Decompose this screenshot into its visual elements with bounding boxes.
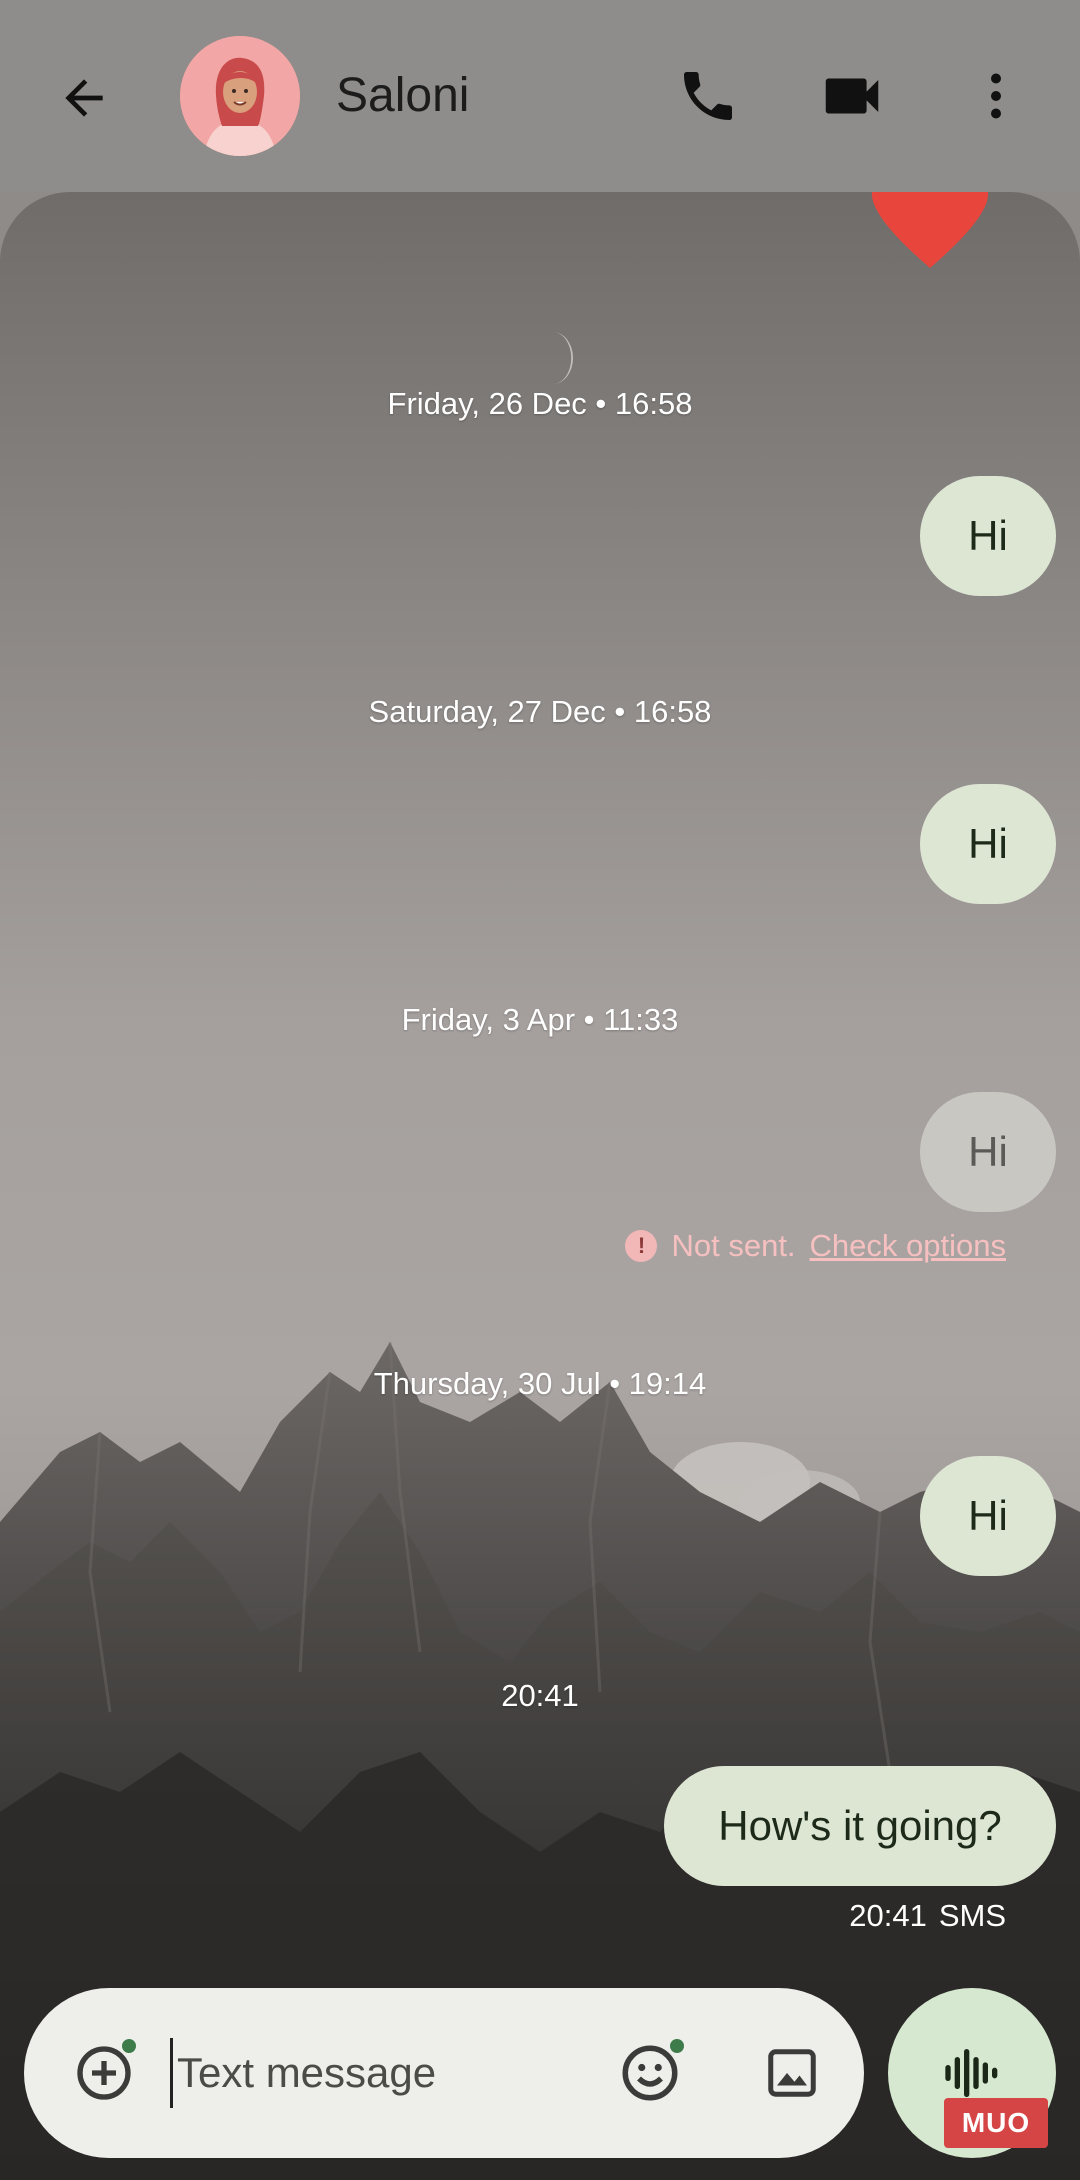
not-sent-label: Not sent.: [671, 1228, 796, 1263]
outgoing-message-bubble[interactable]: How's it going?: [664, 1766, 1056, 1886]
phone-icon: [684, 72, 732, 120]
attach-button[interactable]: [64, 2033, 144, 2113]
compose-bar: [24, 1988, 864, 2158]
messaging-app: Saloni Friday, 26 Dec • 16:58 Hi Saturda…: [0, 0, 1080, 2180]
outgoing-message-bubble[interactable]: Hi: [920, 784, 1056, 904]
date-separator: Friday, 26 Dec • 16:58: [387, 386, 693, 421]
failed-message-bubble[interactable]: Hi: [920, 1092, 1056, 1212]
arrow-back-icon: [65, 79, 103, 117]
message-meta: 20:41 SMS: [849, 1898, 1006, 1934]
message-type: SMS: [938, 1898, 1006, 1933]
error-icon: !: [625, 1230, 658, 1262]
time-separator: 20:41: [501, 1678, 579, 1713]
watermark-logo: MUO: [944, 2098, 1048, 2148]
video-call-button[interactable]: [812, 56, 892, 136]
attach-badge: [122, 2039, 136, 2053]
date-separator: Thursday, 30 Jul • 19:14: [373, 1366, 707, 1401]
more-vert-icon: [991, 73, 1001, 119]
more-options-button[interactable]: [956, 56, 1036, 136]
message-time: 20:41: [849, 1898, 927, 1933]
message-input[interactable]: [170, 2038, 570, 2108]
call-button[interactable]: [668, 56, 748, 136]
check-options-link[interactable]: Check options: [810, 1228, 1006, 1264]
contact-name[interactable]: Saloni: [336, 68, 469, 123]
back-button[interactable]: [44, 58, 124, 138]
date-separator: Saturday, 27 Dec • 16:58: [368, 694, 712, 729]
outgoing-message-bubble[interactable]: Hi: [920, 476, 1056, 596]
image-icon: [768, 2049, 816, 2097]
avatar[interactable]: [180, 36, 300, 156]
conversation-view[interactable]: Friday, 26 Dec • 16:58 Hi Saturday, 27 D…: [0, 192, 1080, 2180]
send-error-row: ! Not sent. Check options: [625, 1224, 1006, 1268]
voice-waveform-icon: [945, 2049, 998, 2097]
videocam-icon: [825, 78, 879, 114]
date-separator: Friday, 3 Apr • 11:33: [401, 1002, 679, 1037]
emoji-button[interactable]: [610, 2033, 690, 2113]
top-app-bar: Saloni: [0, 0, 1080, 192]
gallery-button[interactable]: [752, 2033, 832, 2113]
outgoing-message-bubble[interactable]: Hi: [920, 1456, 1056, 1576]
emoji-badge: [670, 2039, 684, 2053]
avatar-illustration: [180, 36, 300, 156]
